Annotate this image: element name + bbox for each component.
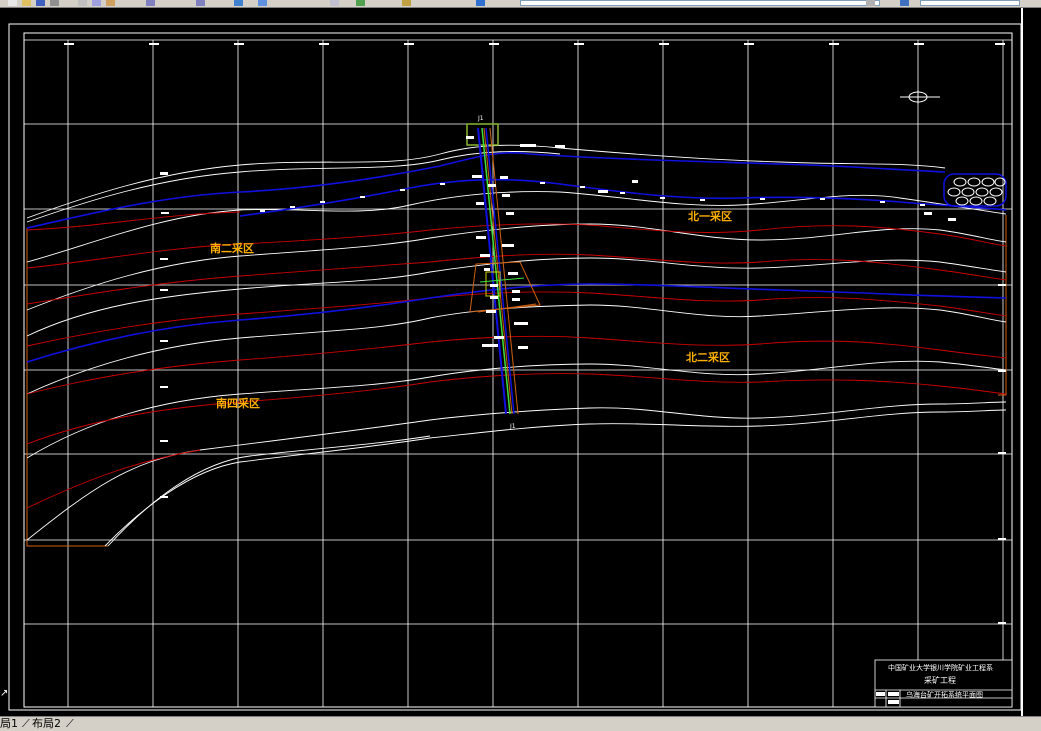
layout-tabs: 局1 ⟋ 布局2 ⟋ [0, 716, 1041, 731]
drawing-canvas[interactable]: J1 J1 北一采区 北二采区 南二采区 南四采区 中国矿业大学银川学院矿业工程… [0, 8, 1041, 716]
copy-icon[interactable] [92, 0, 101, 6]
new-icon[interactable] [8, 0, 17, 6]
mine-boundary [26, 228, 108, 547]
contour-elevation-tags [160, 212, 1006, 624]
paste-icon[interactable] [106, 0, 115, 6]
layers-icon[interactable] [356, 0, 365, 6]
pan-icon[interactable] [234, 0, 243, 6]
redo-icon[interactable] [196, 0, 205, 6]
zone-label-south4: 南四采区 [216, 396, 260, 410]
ucs-icon: ↗ [0, 688, 9, 699]
layer-combo[interactable] [520, 0, 880, 6]
tab-layout2[interactable]: 布局2 [32, 717, 61, 731]
zoom-icon[interactable] [258, 0, 267, 6]
open-icon[interactable] [22, 0, 31, 6]
zone-label-north2: 北二采区 [686, 350, 730, 364]
layer-dropdown-icon[interactable] [866, 0, 875, 6]
undo-icon[interactable] [146, 0, 155, 6]
vertical-scrollbar-track[interactable] [1021, 8, 1023, 716]
help-icon[interactable] [476, 0, 485, 6]
style-combo[interactable] [920, 0, 1020, 6]
zone-label-north1: 北一采区 [688, 209, 732, 223]
tab-layout1[interactable]: 局1 [0, 717, 18, 731]
cut-icon[interactable] [78, 0, 87, 6]
tab-separator-end: ⟋ [66, 717, 74, 730]
shaft-label-bottom: J1 [509, 423, 516, 430]
shaft-label-top: J1 [477, 115, 484, 122]
grid-coordinate-labels [64, 43, 1005, 45]
title-block-major: 采矿工程 [924, 675, 956, 685]
grid-lines [24, 39, 1012, 707]
blue-seams [26, 151, 1007, 363]
white-contours [26, 144, 1007, 547]
rock-pile [943, 173, 1007, 207]
title-block-school: 中国矿业大学银川学院矿业工程系 [888, 663, 993, 672]
toolbar [0, 0, 1041, 8]
style-icon[interactable] [900, 0, 909, 6]
north-arrow-icon [900, 90, 940, 104]
print-icon[interactable] [50, 0, 59, 6]
red-contours [26, 211, 1007, 509]
tab-separator: ⟋ [22, 717, 30, 730]
zone-label-south2: 南二采区 [210, 241, 254, 255]
save-icon[interactable] [36, 0, 45, 6]
properties-icon[interactable] [330, 0, 339, 6]
vertical-scrollbar[interactable] [1029, 8, 1041, 716]
title-block-drawing-name: 乌海台矿开拓系统平面图 [906, 690, 983, 699]
match-icon[interactable] [402, 0, 411, 6]
